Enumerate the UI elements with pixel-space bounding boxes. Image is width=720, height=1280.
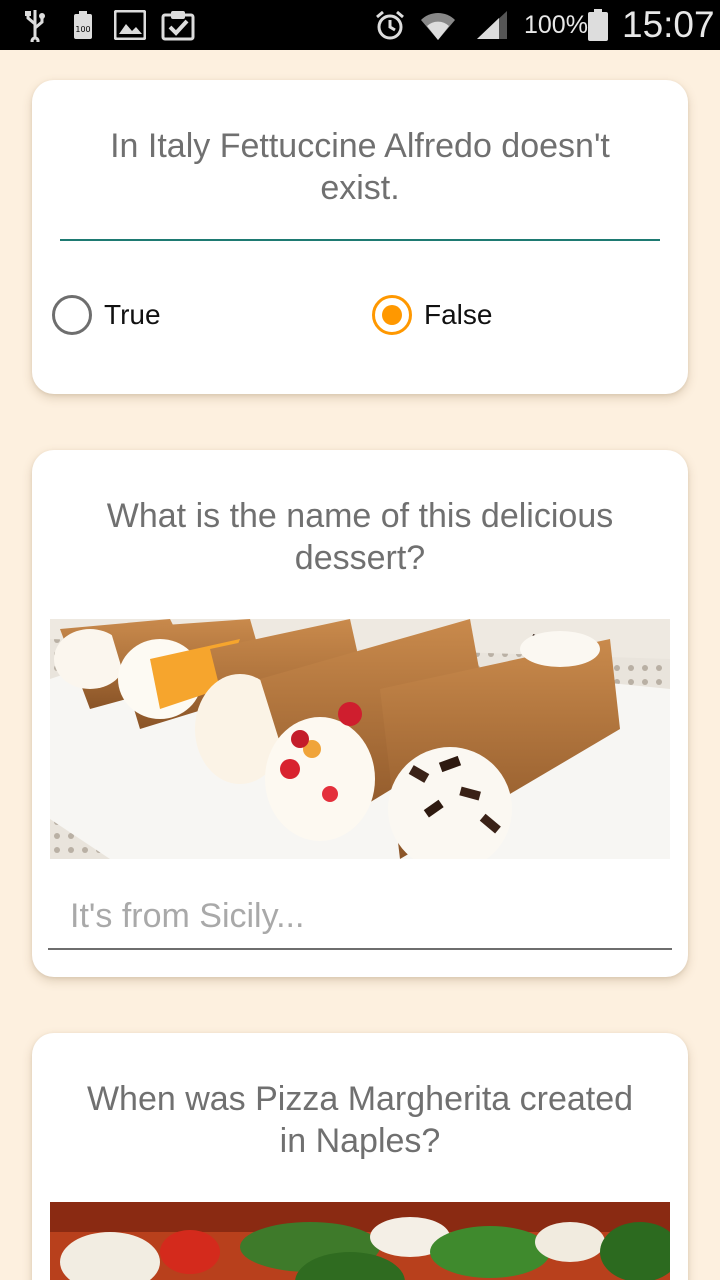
clipboard-check-icon bbox=[160, 0, 196, 50]
question-text: In Italy Fettuccine Alfredo doesn't exis… bbox=[110, 127, 610, 207]
radio-label-true: True bbox=[104, 299, 161, 330]
radio-option-true[interactable]: True bbox=[52, 293, 161, 337]
radio-unchecked-icon bbox=[52, 295, 92, 335]
alarm-icon bbox=[372, 0, 408, 50]
question-card-true-false: In Italy Fettuccine Alfredo doesn't exis… bbox=[32, 80, 688, 394]
pizza-margherita-photo bbox=[50, 1202, 670, 1280]
answer-input[interactable] bbox=[48, 884, 672, 950]
cannoli-photo bbox=[50, 619, 670, 859]
question-divider bbox=[60, 239, 660, 241]
svg-text:100: 100 bbox=[75, 25, 90, 34]
battery-percent: 100% bbox=[524, 11, 588, 39]
status-bar: 100 100% 15:07 bbox=[0, 0, 720, 50]
gallery-icon bbox=[114, 0, 146, 50]
usb-icon bbox=[20, 0, 50, 50]
question-text: When was Pizza Margherita created in Nap… bbox=[86, 1080, 634, 1160]
battery-saver-icon: 100 bbox=[70, 0, 96, 50]
question-card-dessert: What is the name of this delicious desse… bbox=[32, 450, 688, 977]
battery-icon bbox=[586, 0, 610, 50]
radio-label-false: False bbox=[424, 299, 493, 330]
wifi-icon bbox=[418, 0, 458, 50]
clock-time: 15:07 bbox=[622, 4, 715, 45]
signal-icon bbox=[474, 0, 510, 50]
radio-checked-icon bbox=[372, 295, 412, 335]
radio-option-false[interactable]: False bbox=[372, 293, 492, 337]
question-card-pizza: When was Pizza Margherita created in Nap… bbox=[32, 1033, 688, 1280]
question-text: What is the name of this delicious desse… bbox=[106, 497, 614, 577]
